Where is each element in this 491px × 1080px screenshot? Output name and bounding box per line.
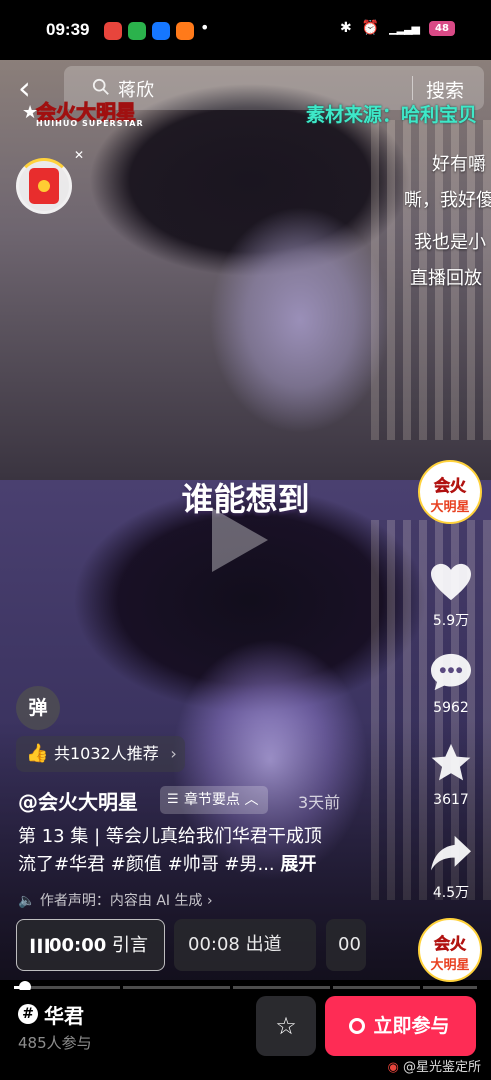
- chevron-up-icon: ︿: [244, 792, 259, 808]
- expand-button[interactable]: 展开: [280, 854, 316, 875]
- description-text: 流了#华君 #颜值 #帅哥 #男...: [18, 854, 275, 875]
- danmaku-comment: 嘶，我好傻: [404, 190, 491, 211]
- chapter-marker: [420, 986, 423, 989]
- recommend-label: 共1032人推荐: [54, 744, 159, 763]
- chapters-label: 章节要点: [184, 792, 240, 808]
- channel-logo-en: HUIHUO SUPERSTAR: [36, 119, 144, 128]
- author-name[interactable]: @会火大明星: [18, 786, 138, 815]
- progress-track[interactable]: [14, 986, 477, 989]
- post-time: 3天前: [298, 793, 341, 812]
- description-line: 流了#华君 #颜值 #帅哥 #男... 展开: [18, 850, 316, 876]
- star-icon: [431, 743, 471, 781]
- recommend-pill[interactable]: 👍 共1032人推荐 ›: [16, 736, 185, 772]
- danmaku-comment: 我也是小: [414, 232, 486, 253]
- record-icon: [349, 1018, 365, 1034]
- taobao-icon: [176, 22, 194, 40]
- megaphone-icon: 🔈: [18, 893, 36, 909]
- favorite-button[interactable]: 3617: [420, 742, 482, 808]
- search-button[interactable]: 搜索: [426, 76, 464, 103]
- red-envelope-seal: [38, 180, 50, 192]
- status-indicators: ✱ ⏰ ▁▂▃▅ 48: [340, 20, 455, 36]
- status-bar: 09:39 • ✱ ⏰ ▁▂▃▅ 48: [0, 0, 491, 60]
- channel-logo: ★ 会火大明星 HUIHUO SUPERSTAR: [22, 96, 162, 130]
- avatar-text: 会火: [433, 476, 467, 496]
- danmaku-toggle-button[interactable]: 弹: [16, 686, 60, 730]
- watermark-text: @星光鉴定所: [402, 1060, 481, 1075]
- notification-dot: •: [200, 18, 210, 37]
- share-icon: [431, 835, 471, 871]
- chapter-time: 00:08: [188, 934, 240, 955]
- chapter-time: 00: [338, 934, 361, 955]
- avatar-text: 大明星: [430, 500, 470, 515]
- chapter-time: 00:00: [49, 935, 107, 956]
- like-count: 5.9万: [432, 613, 470, 629]
- chapter-marker: [120, 986, 123, 989]
- chapter-tab[interactable]: 00: [326, 919, 366, 971]
- comment-count: 5962: [433, 700, 469, 716]
- ai-disclaimer[interactable]: 🔈 作者声明：内容由 AI 生成 ›: [18, 890, 213, 910]
- topic-name[interactable]: 华君: [18, 1000, 84, 1029]
- alipay-icon: [152, 22, 170, 40]
- share-button[interactable]: 4.5万: [420, 834, 482, 902]
- music-disc-avatar[interactable]: 会火 大明星: [418, 918, 482, 982]
- join-now-button[interactable]: 立即参与: [325, 996, 476, 1056]
- signal-icon: ▁▂▃▅: [389, 21, 420, 35]
- ai-disclaimer-text: 作者声明：内容由 AI 生成 ›: [39, 893, 213, 909]
- search-divider: [412, 76, 413, 100]
- chapter-marker: [230, 986, 233, 989]
- close-icon[interactable]: ✕: [74, 148, 84, 162]
- list-icon: ☰: [167, 792, 179, 807]
- heart-icon: [431, 563, 471, 601]
- weibo-icon: ◉: [387, 1060, 399, 1075]
- danmaku-comment: 直播回放: [410, 268, 482, 289]
- topic-participants: 485人参与: [18, 1034, 92, 1052]
- share-count: 4.5万: [432, 885, 470, 901]
- play-icon[interactable]: [212, 508, 268, 572]
- wechat-icon: [128, 22, 146, 40]
- chapter-title: 引言: [112, 935, 149, 956]
- chapter-title: 出道: [245, 934, 282, 955]
- topic-name-text: 华君: [44, 1004, 84, 1028]
- chapters-button[interactable]: ☰ 章节要点 ︿: [160, 786, 269, 814]
- author-avatar[interactable]: 会火 大明星: [418, 460, 482, 524]
- favorite-count: 3617: [433, 792, 469, 808]
- status-time: 09:39: [46, 20, 90, 39]
- comment-icon: [431, 653, 471, 691]
- weibo-watermark: ◉ @星光鉴定所: [388, 1056, 482, 1075]
- alarm-icon: ⏰: [361, 20, 380, 36]
- equalizer-icon: ▍▍▍: [31, 939, 55, 953]
- chapter-tab[interactable]: 00:08 出道: [174, 919, 316, 971]
- like-button[interactable]: 5.9万: [420, 562, 482, 630]
- danmaku-comment: 好有嚼: [432, 154, 486, 175]
- description-line: 第 13 集 | 等会儿真给我们华君干成顶: [18, 826, 322, 847]
- bluetooth-icon: ✱: [339, 20, 352, 36]
- avatar-text: 大明星: [430, 958, 470, 973]
- battery-icon: 48: [429, 20, 455, 36]
- chevron-right-icon: ›: [170, 744, 177, 763]
- search-icon: [92, 78, 109, 95]
- chapter-marker: [330, 986, 333, 989]
- comment-button[interactable]: 5962: [420, 652, 482, 716]
- source-credit: 素材来源：哈利宝贝: [305, 104, 477, 126]
- collect-button[interactable]: ☆: [256, 996, 316, 1056]
- weibo-icon: [104, 22, 122, 40]
- thumbs-up-icon: 👍: [26, 743, 49, 764]
- star-outline-icon: ☆: [275, 1012, 297, 1040]
- avatar-text: 会火: [433, 934, 467, 954]
- chapter-tab-active[interactable]: ▍▍▍ 00:00 引言: [16, 919, 165, 971]
- join-now-label: 立即参与: [373, 1015, 450, 1037]
